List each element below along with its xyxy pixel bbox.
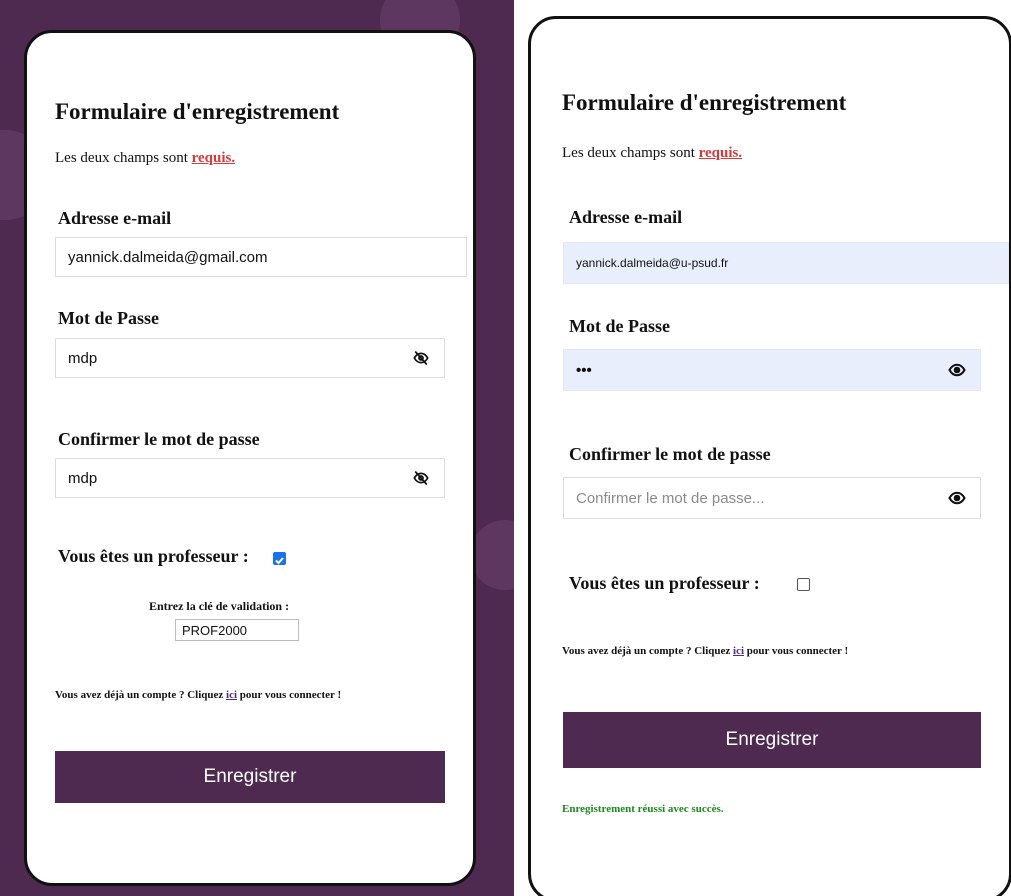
registration-form-card: Formulaire d'enregistrement Les deux cha… bbox=[528, 16, 1011, 896]
confirm-password-field[interactable]: Confirmer le mot de passe... bbox=[563, 477, 981, 519]
email-field[interactable]: yannick.dalmeida@u-psud.fr bbox=[563, 242, 1009, 284]
eye-icon[interactable] bbox=[946, 487, 968, 509]
password-field[interactable]: ••• bbox=[563, 349, 981, 391]
email-value: yannick.dalmeida@gmail.com bbox=[68, 248, 268, 266]
email-label: Adresse e-mail bbox=[569, 207, 683, 227]
confirm-password-value: mdp bbox=[68, 469, 98, 487]
professor-checkbox[interactable] bbox=[273, 552, 286, 565]
professor-label: Vous êtes un professeur : bbox=[58, 546, 249, 566]
success-message: Enregistrement réussi avec succès. bbox=[562, 803, 724, 815]
subtitle-text: Les deux champs sont bbox=[562, 145, 699, 161]
email-value: yannick.dalmeida@u-psud.fr bbox=[576, 256, 729, 270]
professor-checkbox[interactable] bbox=[797, 578, 810, 591]
password-label: Mot de Passe bbox=[58, 308, 159, 328]
email-label: Adresse e-mail bbox=[58, 208, 172, 228]
login-prompt-text: Vous avez déjà un compte ? Cliquez bbox=[55, 689, 227, 701]
login-link[interactable]: ici bbox=[226, 689, 237, 701]
login-prompt: Vous avez déjà un compte ? Cliquez ici p… bbox=[55, 689, 341, 701]
confirm-password-label: Confirmer le mot de passe bbox=[58, 429, 260, 449]
validation-key-value: PROF2000 bbox=[182, 622, 248, 638]
validation-key-input[interactable]: PROF2000 bbox=[175, 619, 299, 641]
login-prompt-suffix: pour vous connecter ! bbox=[237, 689, 342, 701]
registration-form-card: Formulaire d'enregistrement Les deux cha… bbox=[24, 30, 476, 886]
confirm-password-field[interactable]: mdp bbox=[55, 458, 445, 498]
required-link[interactable]: requis. bbox=[699, 145, 742, 161]
background-bubble bbox=[470, 520, 514, 590]
login-prompt-suffix: pour vous connecter ! bbox=[744, 645, 849, 657]
form-subtitle: Les deux champs sont requis. bbox=[55, 150, 235, 167]
eye-slash-icon[interactable] bbox=[410, 347, 432, 369]
right-screenshot-panel: Formulaire d'enregistrement Les deux cha… bbox=[514, 0, 1011, 896]
subtitle-text: Les deux champs sont bbox=[55, 150, 192, 166]
password-value: ••• bbox=[576, 361, 592, 379]
register-button[interactable]: Enregistrer bbox=[563, 712, 981, 768]
password-label: Mot de Passe bbox=[569, 316, 670, 336]
login-link[interactable]: ici bbox=[733, 645, 744, 657]
form-title: Formulaire d'enregistrement bbox=[562, 90, 847, 115]
validation-key-label: Entrez la clé de validation : bbox=[149, 599, 290, 613]
confirm-password-placeholder: Confirmer le mot de passe... bbox=[576, 489, 765, 507]
password-value: mdp bbox=[68, 349, 98, 367]
email-field[interactable]: yannick.dalmeida@gmail.com bbox=[55, 237, 467, 277]
register-button[interactable]: Enregistrer bbox=[55, 751, 445, 803]
professor-label: Vous êtes un professeur : bbox=[569, 573, 760, 593]
confirm-password-label: Confirmer le mot de passe bbox=[569, 444, 771, 464]
required-link[interactable]: requis. bbox=[192, 150, 235, 166]
login-prompt: Vous avez déjà un compte ? Cliquez ici p… bbox=[562, 645, 848, 657]
form-title: Formulaire d'enregistrement bbox=[55, 99, 340, 124]
eye-slash-icon[interactable] bbox=[410, 467, 432, 489]
check-icon bbox=[275, 557, 284, 565]
eye-icon[interactable] bbox=[946, 359, 968, 381]
password-field[interactable]: mdp bbox=[55, 338, 445, 378]
form-subtitle: Les deux champs sont requis. bbox=[562, 145, 742, 162]
login-prompt-text: Vous avez déjà un compte ? Cliquez bbox=[562, 645, 734, 657]
left-screenshot-panel: Formulaire d'enregistrement Les deux cha… bbox=[0, 0, 514, 896]
